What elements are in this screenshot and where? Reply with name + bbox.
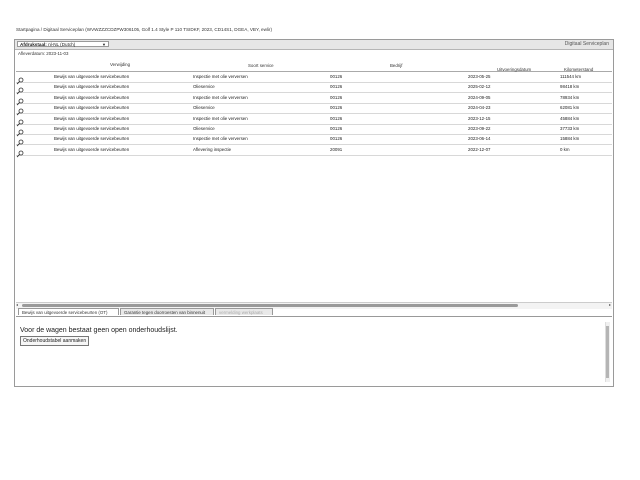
cell-company: 00126 (330, 84, 343, 90)
toolbar: Afdrukstaal: nl-NL (Dutch) ▼ Digitaal Se… (15, 40, 613, 50)
cell-service-type: Olieservice (193, 84, 215, 90)
cell-execution-date: 2024-09-05 (468, 94, 491, 100)
table-header: Verwijding Soort service Bedrijf Uitvoer… (16, 57, 612, 72)
cell-odometer: 98418 km (560, 84, 580, 90)
cell-service-type: Inspectie met olie verversen (193, 115, 248, 121)
cell-company: 00126 (330, 94, 343, 100)
cell-execution-date: 2023-05-25 (468, 74, 491, 79)
cell-service-type: Olieservice (193, 126, 215, 131)
cell-service-type: Olieservice (193, 105, 215, 111)
scrollbar-thumb[interactable] (606, 326, 609, 378)
table-row[interactable]: Bewijs van uitgevoerde servicebeurten Ins… (16, 72, 612, 85)
cell-reference: Bewijs van uitgevoerde servicebeurten (54, 115, 130, 121)
cell-odometer: 37733 km (560, 126, 580, 131)
tab-workshop-note[interactable]: vermelding werkplaats (215, 308, 273, 315)
table-row[interactable]: Bewijs van uitgevoerde servicebeurten Oli… (16, 124, 612, 137)
cell-execution-date: 2022-12-07 (468, 146, 491, 152)
tab-service-proof[interactable]: Bewijs van uitgevoerde servicebeurten (O… (18, 308, 119, 315)
scroll-left-icon[interactable]: ◂ (16, 302, 18, 307)
cell-company: 00126 (330, 115, 343, 121)
cell-company: 00126 (330, 74, 343, 79)
maintenance-panel: Voor de wagen bestaat geen open onderhou… (16, 319, 612, 385)
cell-company: 00126 (330, 136, 343, 142)
cell-execution-date: 2025-02-12 (468, 84, 491, 90)
cell-company: 00126 (330, 105, 343, 111)
column-header-reference[interactable]: Verwijding (110, 62, 130, 67)
cell-company: 00126 (330, 126, 343, 131)
print-language-label: Afdrukstaal: (20, 42, 47, 47)
cell-company: 20091 (330, 146, 343, 152)
cell-odometer: 62081 km (560, 105, 580, 111)
cell-reference: Bewijs van uitgevoerde servicebeurten (54, 126, 130, 131)
column-header-service-type[interactable]: Soort service (248, 63, 274, 68)
cell-reference: Bewijs van uitgevoerde servicebeurten (54, 105, 130, 111)
chevron-down-icon: ▼ (102, 42, 106, 47)
cell-execution-date: 2023-06-14 (468, 136, 491, 142)
cell-odometer: 15884 km (560, 136, 580, 142)
cell-odometer: 111544 km (560, 74, 582, 79)
cell-service-type: Aflevering inspectie (193, 146, 232, 152)
cell-odometer: 0 km (560, 146, 570, 152)
breadcrumb: Startpagina / Digitaal Serviceplan (WVWZ… (16, 27, 272, 32)
cell-odometer: 78934 km (560, 94, 580, 100)
cell-reference: Bewijs van uitgevoerde servicebeurten (54, 74, 130, 79)
scrollbar-thumb[interactable] (22, 304, 518, 307)
cell-reference: Bewijs van uitgevoerde servicebeurten (54, 136, 130, 142)
cell-execution-date: 2023-12-15 (468, 115, 491, 121)
cell-reference: Bewijs van uitgevoerde servicebeurten (54, 84, 130, 90)
cell-execution-date: 2023-09-22 (468, 126, 491, 131)
service-plan-window: Afdrukstaal: nl-NL (Dutch) ▼ Digitaal Se… (14, 39, 614, 387)
search-icon[interactable] (16, 150, 24, 158)
cell-reference: Bewijs van uitgevoerde servicebeurten (54, 146, 130, 152)
table-row[interactable]: Bewijs van uitgevoerde servicebeurten Ins… (16, 93, 612, 106)
delivery-date: Afleverdatum: 2023-11-03 (18, 51, 69, 56)
print-language-value: nl-NL (Dutch) (48, 42, 76, 47)
no-open-maintenance-message: Voor de wagen bestaat geen open onderhou… (20, 327, 178, 334)
cell-odometer: 45884 km (560, 115, 580, 121)
table-row[interactable]: Bewijs van uitgevoerde servicebeurten Ins… (16, 114, 612, 126)
print-language-select[interactable]: Afdrukstaal: nl-NL (Dutch) ▼ (17, 41, 109, 47)
tab-bar: Bewijs van uitgevoerde servicebeurten (O… (16, 308, 612, 317)
service-history-table: Verwijding Soort service Bedrijf Uitvoer… (16, 57, 612, 340)
table-row[interactable]: Bewijs van uitgevoerde servicebeurten Oli… (16, 103, 612, 116)
vertical-scrollbar[interactable] (605, 322, 610, 382)
column-header-company[interactable]: Bedrijf (390, 63, 402, 68)
app-title: Digitaal Serviceplan (564, 41, 609, 47)
cell-service-type: Inspectie met olie verversen (193, 74, 248, 79)
create-maintenance-table-button[interactable]: Onderhoudstabel aanmaken (20, 336, 90, 346)
tab-rust-warranty[interactable]: Garantie tegen doorroesten van binnenuit (120, 308, 214, 315)
table-row[interactable]: Bewijs van uitgevoerde servicebeurten Afl… (16, 145, 612, 158)
table-row[interactable]: Bewijs van uitgevoerde servicebeurten Ins… (16, 134, 612, 147)
table-row[interactable]: Bewijs van uitgevoerde servicebeurten Oli… (16, 82, 612, 95)
cell-service-type: Inspectie met olie verversen (193, 136, 248, 142)
cell-reference: Bewijs van uitgevoerde servicebeurten (54, 94, 130, 100)
scroll-right-icon[interactable]: ▸ (609, 302, 611, 307)
cell-execution-date: 2024-04-23 (468, 105, 491, 111)
cell-service-type: Inspectie met olie verversen (193, 94, 248, 100)
